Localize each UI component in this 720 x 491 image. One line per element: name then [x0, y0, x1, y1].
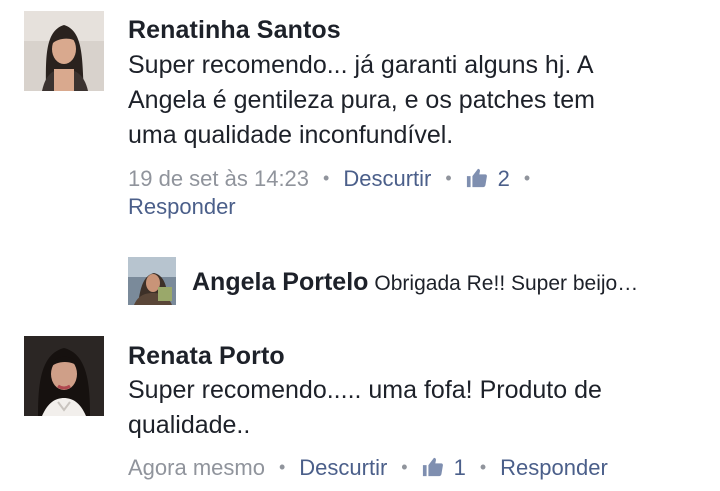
reply: Angela Portelo Obrigada Re!! Super beijo… — [192, 268, 638, 297]
comment-timestamp[interactable]: 19 de set às 14:23 — [128, 166, 309, 191]
comment-meta: Agora mesmo • Descurtir • 1 • Responder — [128, 454, 608, 483]
reply-button[interactable]: Responder — [500, 455, 608, 480]
comment-meta: 19 de set às 14:23 • Descurtir • 2 • — [128, 165, 544, 194]
comment-text: Super recomendo..... uma fofa! Produto d… — [128, 376, 602, 439]
profile-photo-icon — [24, 336, 104, 416]
avatar[interactable] — [24, 11, 104, 91]
comment-meta-wrap: Responder — [128, 193, 236, 221]
separator-dot: • — [323, 168, 330, 188]
reply-text[interactable]: Obrigada Re!! Super beijo… — [374, 272, 638, 295]
avatar[interactable] — [24, 336, 104, 416]
profile-photo-icon — [128, 257, 176, 305]
comment-author[interactable]: Renata Porto — [128, 342, 285, 371]
separator-dot: • — [479, 457, 487, 477]
reply-button[interactable]: Responder — [128, 194, 236, 219]
reply-author[interactable]: Angela Portelo — [192, 268, 368, 296]
reply-avatar[interactable] — [128, 257, 176, 305]
separator-dot: • — [523, 168, 531, 188]
comment-text: Super recomendo... já garanti alguns hj.… — [128, 51, 595, 149]
thumbs-up-icon — [422, 456, 444, 478]
unlike-button[interactable]: Descurtir — [343, 166, 431, 191]
comment-author[interactable]: Renatinha Santos — [128, 16, 341, 45]
thumbs-up-icon — [466, 167, 488, 189]
separator-dot: • — [401, 457, 408, 477]
profile-photo-icon — [24, 11, 104, 91]
like-count[interactable]: 1 — [422, 455, 466, 480]
like-count[interactable]: 2 — [466, 166, 510, 191]
separator-dot: • — [445, 168, 452, 188]
comment-timestamp[interactable]: Agora mesmo — [128, 455, 265, 480]
unlike-button[interactable]: Descurtir — [299, 455, 387, 480]
separator-dot: • — [278, 457, 286, 477]
